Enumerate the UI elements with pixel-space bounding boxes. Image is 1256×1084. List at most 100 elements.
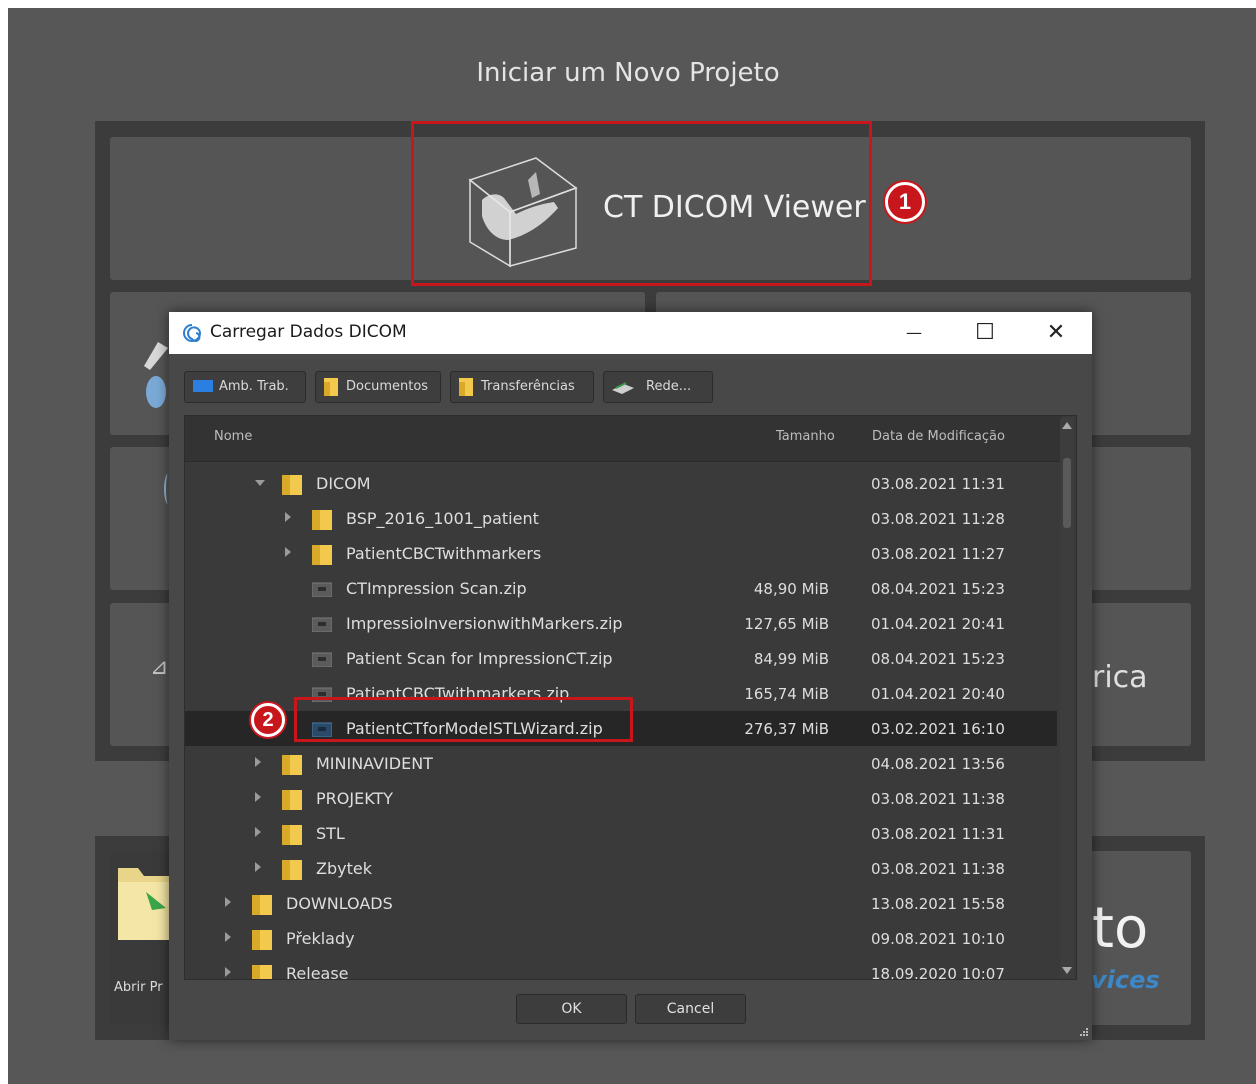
page-title: Iniciar um Novo Projeto <box>476 58 780 88</box>
row-name: Release <box>286 964 349 980</box>
dialog-title: Carregar Dados DICOM <box>210 322 407 342</box>
row-date: 01.04.2021 20:41 <box>871 615 1005 633</box>
quick-desktop-button[interactable]: Amb. Trab. <box>184 371 306 403</box>
folder-icon <box>324 378 338 396</box>
close-button[interactable]: ✕ <box>1021 312 1091 354</box>
expand-arrow-icon[interactable] <box>255 757 261 767</box>
column-header-modified[interactable]: Data de Modificação <box>872 429 1005 444</box>
row-name: PatientCBCTwithmarkers <box>346 544 542 563</box>
row-name: ImpressioInversionwithMarkers.zip <box>346 614 623 633</box>
scroll-down-arrow-icon[interactable] <box>1062 967 1072 974</box>
column-header-size[interactable]: Tamanho <box>776 429 835 444</box>
quick-downloads-label: Transferências <box>481 379 575 394</box>
expand-arrow-icon[interactable] <box>225 897 231 907</box>
tile-partial-mark-2: ⊿ <box>150 655 169 680</box>
row-size: 165,74 MiB <box>744 685 829 703</box>
row-name: Překlady <box>286 929 355 948</box>
folder-icon <box>252 895 272 915</box>
partial-logo-subtext: vices <box>1091 966 1160 994</box>
row-date: 01.04.2021 20:40 <box>871 685 1005 703</box>
load-dicom-dialog: Carregar Dados DICOM — ☐ ✕ Amb. Trab. Do… <box>169 312 1092 1040</box>
scroll-up-arrow-icon[interactable] <box>1062 422 1072 429</box>
tree-row[interactable]: DICOM 03.08.2021 11:31 <box>185 466 1057 501</box>
resize-grip-icon[interactable] <box>1079 1027 1089 1037</box>
row-date: 04.08.2021 13:56 <box>871 755 1005 773</box>
row-name: CTImpression Scan.zip <box>346 579 527 598</box>
row-date: 03.08.2021 11:31 <box>871 825 1005 843</box>
folder-icon <box>252 965 272 979</box>
quick-documents-button[interactable]: Documentos <box>315 371 441 403</box>
zip-file-icon <box>312 652 332 667</box>
tree-row[interactable]: ImpressioInversionwithMarkers.zip 127,65… <box>185 606 1057 641</box>
row-date: 03.08.2021 11:28 <box>871 510 1005 528</box>
row-name: Patient Scan for ImpressionCT.zip <box>346 649 613 668</box>
folder-icon <box>282 825 302 845</box>
open-project-label: Abrir Pr <box>114 980 163 995</box>
row-date: 03.08.2021 11:38 <box>871 790 1005 808</box>
row-size: 276,37 MiB <box>744 720 829 738</box>
annotation-badge-2: 2 <box>251 703 285 737</box>
expand-arrow-icon[interactable] <box>225 967 231 977</box>
folder-icon <box>282 475 302 495</box>
tree-row[interactable]: BSP_2016_1001_patient 03.08.2021 11:28 <box>185 501 1057 536</box>
expand-arrow-icon[interactable] <box>255 792 261 802</box>
annotation-box-1 <box>411 121 872 286</box>
cancel-button[interactable]: Cancel <box>635 994 746 1024</box>
ok-button[interactable]: OK <box>516 994 627 1024</box>
expand-arrow-icon[interactable] <box>255 827 261 837</box>
row-name: MININAVIDENT <box>316 754 433 773</box>
row-name: BSP_2016_1001_patient <box>346 509 539 528</box>
tree-row[interactable]: STL 03.08.2021 11:31 <box>185 816 1057 851</box>
expand-arrow-icon[interactable] <box>225 932 231 942</box>
row-name: STL <box>316 824 345 843</box>
folder-icon <box>459 378 473 396</box>
row-date: 18.09.2020 10:07 <box>871 965 1005 980</box>
quick-downloads-button[interactable]: Transferências <box>450 371 594 403</box>
column-header-name[interactable]: Nome <box>214 429 252 444</box>
quick-network-button[interactable]: Rede... <box>603 371 713 403</box>
app-swirl-icon <box>183 324 202 342</box>
row-size: 48,90 MiB <box>753 580 829 598</box>
expand-arrow-icon[interactable] <box>255 862 261 872</box>
tree-row[interactable]: CTImpression Scan.zip 48,90 MiB 08.04.20… <box>185 571 1057 606</box>
expand-arrow-icon[interactable] <box>285 547 291 557</box>
tree-row[interactable]: PROJEKTY 03.08.2021 11:38 <box>185 781 1057 816</box>
expand-arrow-icon[interactable] <box>285 512 291 522</box>
row-size: 127,65 MiB <box>744 615 829 633</box>
tree-row[interactable]: Release 18.09.2020 10:07 <box>185 956 1057 980</box>
row-date: 03.08.2021 11:38 <box>871 860 1005 878</box>
tree-row[interactable]: Zbytek 03.08.2021 11:38 <box>185 851 1057 886</box>
row-date: 13.08.2021 15:58 <box>871 895 1005 913</box>
tree-row[interactable]: Překlady 09.08.2021 10:10 <box>185 921 1057 956</box>
open-project-folder-icon <box>118 868 174 940</box>
row-size: 84,99 MiB <box>753 650 829 668</box>
tree-row[interactable]: MININAVIDENT 04.08.2021 13:56 <box>185 746 1057 781</box>
zip-file-icon <box>312 617 332 632</box>
minimize-button[interactable]: — <box>879 312 949 354</box>
folder-icon <box>312 545 332 565</box>
scroll-thumb[interactable] <box>1063 458 1071 528</box>
row-date: 08.04.2021 15:23 <box>871 650 1005 668</box>
row-name: DOWNLOADS <box>286 894 393 913</box>
row-date: 08.04.2021 15:23 <box>871 580 1005 598</box>
vertical-scrollbar[interactable] <box>1060 418 1074 978</box>
annotation-box-2 <box>294 697 633 742</box>
row-date: 09.08.2021 10:10 <box>871 930 1005 948</box>
folder-icon <box>312 510 332 530</box>
quick-documents-label: Documentos <box>346 379 429 394</box>
row-date: 03.08.2021 11:27 <box>871 545 1005 563</box>
maximize-button[interactable]: ☐ <box>950 312 1020 354</box>
partial-tile-label: rica <box>1092 660 1148 695</box>
folder-icon <box>282 860 302 880</box>
row-name: PROJEKTY <box>316 789 393 808</box>
tree-row[interactable]: DOWNLOADS 13.08.2021 15:58 <box>185 886 1057 921</box>
tree-row[interactable]: Patient Scan for ImpressionCT.zip 84,99 … <box>185 641 1057 676</box>
dialog-titlebar[interactable]: Carregar Dados DICOM — ☐ ✕ <box>169 312 1092 354</box>
annotation-badge-1: 1 <box>885 182 925 222</box>
quick-desktop-label: Amb. Trab. <box>219 379 289 394</box>
folder-icon <box>252 930 272 950</box>
row-date: 03.08.2021 11:31 <box>871 475 1005 493</box>
list-header: Nome Tamanho Data de Modificação <box>185 416 1062 462</box>
expand-arrow-icon[interactable] <box>255 480 265 486</box>
tree-row[interactable]: PatientCBCTwithmarkers 03.08.2021 11:27 <box>185 536 1057 571</box>
